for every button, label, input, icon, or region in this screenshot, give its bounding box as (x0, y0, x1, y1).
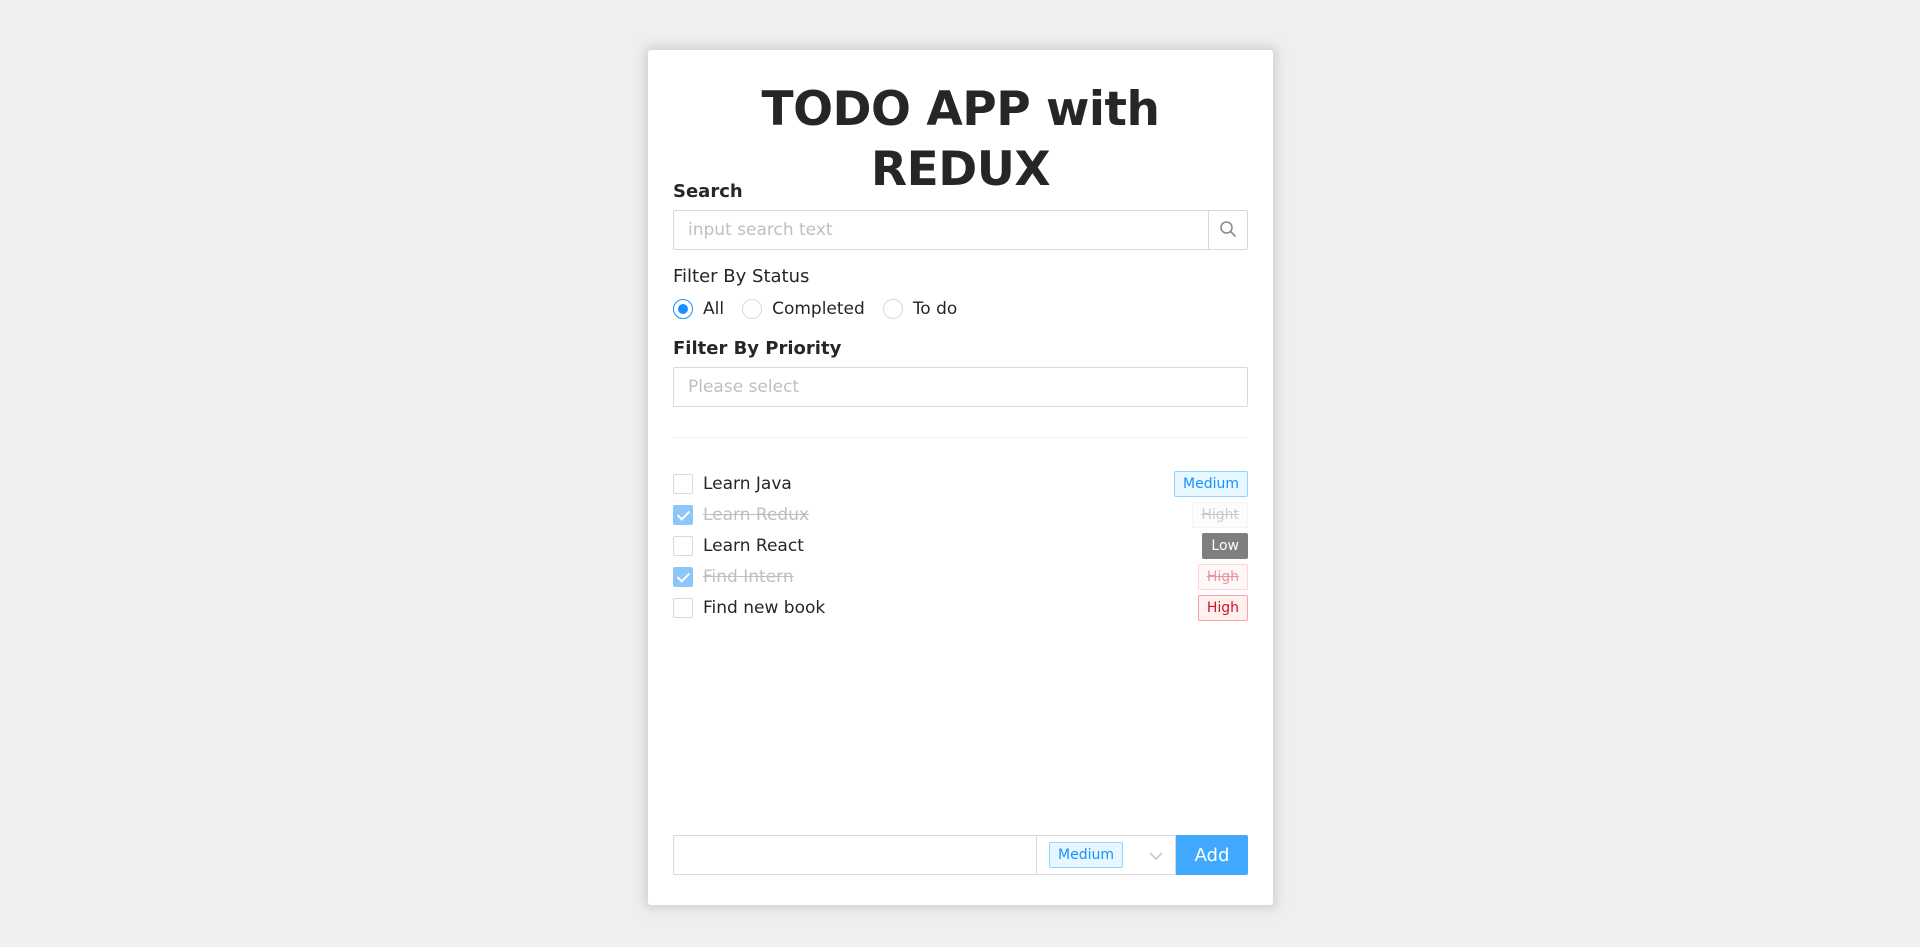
todo-item: Find new book High (673, 592, 1248, 623)
radio-button[interactable] (742, 299, 763, 319)
radio-completed[interactable]: Completed (742, 299, 865, 319)
search-button[interactable] (1208, 210, 1248, 250)
todo-item: Learn Java Medium (673, 468, 1248, 499)
divider (673, 437, 1248, 438)
todo-checkbox[interactable] (673, 535, 693, 556)
priority-tag: Low (1202, 532, 1248, 559)
status-filter-label: Filter By Status (673, 266, 810, 287)
add-button[interactable]: Add (1176, 835, 1248, 875)
todo-item: Find Intern High (673, 561, 1248, 592)
new-todo-input[interactable] (673, 835, 1037, 875)
new-todo-priority-tag: Medium (1049, 842, 1123, 868)
search-row (673, 210, 1248, 250)
todo-item: Learn React Low (673, 530, 1248, 561)
todo-item: Learn Redux Hight (673, 499, 1248, 530)
priority-tag: Hight (1192, 501, 1248, 528)
radio-label: All (703, 299, 725, 319)
radio-label: Completed (772, 299, 865, 319)
todo-checkbox[interactable] (673, 597, 693, 618)
search-input[interactable] (673, 210, 1208, 250)
priority-tag: High (1197, 563, 1248, 590)
todo-name: Learn Java (703, 473, 792, 494)
priority-tag: Medium (1174, 470, 1248, 497)
priority-filter-label: Filter By Priority (673, 338, 842, 359)
todo-name: Find Intern (703, 566, 794, 587)
radio-todo[interactable]: To do (882, 299, 958, 319)
page-title: TODO APP with REDUX (761, 82, 1160, 197)
priority-tag: High (1197, 594, 1248, 621)
todo-card: TODO APP with REDUX Search Filter By Sta… (648, 50, 1273, 905)
todo-checkbox[interactable] (673, 473, 693, 494)
radio-button[interactable] (882, 299, 903, 319)
status-radio-group: All Completed To do (673, 297, 1248, 321)
new-todo-priority-select[interactable]: Medium (1037, 835, 1176, 875)
chevron-down-icon (1149, 846, 1163, 865)
radio-button[interactable] (673, 299, 693, 319)
radio-label: To do (912, 299, 958, 319)
todo-name: Learn Redux (703, 504, 810, 525)
priority-select-placeholder: Please select (688, 377, 800, 397)
radio-all[interactable]: All (673, 299, 724, 319)
priority-select[interactable]: Please select (673, 367, 1248, 407)
todo-checkbox[interactable] (673, 566, 693, 587)
todo-list: Learn Java Medium Learn Redux Hight Lear… (673, 468, 1248, 842)
search-icon (1219, 220, 1237, 241)
todo-name: Find new book (703, 597, 826, 618)
todo-name: Learn React (703, 535, 804, 556)
add-todo-row: Medium Add (673, 835, 1248, 875)
todo-checkbox[interactable] (673, 504, 693, 525)
